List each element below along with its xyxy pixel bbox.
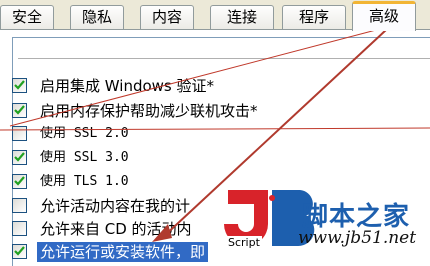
settings-option-row[interactable]: 使用 SSL 2.0: [10, 124, 430, 146]
tab-privacy[interactable]: 隐私: [70, 5, 124, 29]
checkbox-unchecked[interactable]: [12, 221, 27, 236]
tab-programs[interactable]: 程序: [282, 5, 346, 29]
checkmark-icon: [14, 176, 25, 186]
checkmark-icon: [14, 80, 25, 90]
settings-option-label: 使用 SSL 2.0: [40, 126, 129, 141]
watermark-script-label: Script: [226, 236, 262, 249]
checkbox-unchecked[interactable]: [12, 198, 27, 213]
settings-option-row[interactable]: 启用集成 Windows 验证*: [10, 76, 430, 98]
checkbox-unchecked[interactable]: [12, 126, 27, 141]
checkbox-checked[interactable]: [12, 244, 27, 259]
checkbox-checked[interactable]: [12, 150, 27, 165]
tab-connections[interactable]: 连接: [210, 5, 274, 29]
tab-security[interactable]: 安全: [0, 5, 54, 29]
checkbox-checked[interactable]: [12, 174, 27, 189]
settings-option-label: 使用 TLS 1.0: [40, 174, 129, 189]
checkmark-icon: [14, 152, 25, 162]
settings-option-row[interactable]: 使用 SSL 3.0: [10, 148, 430, 170]
tab-strip: 安全 隐私 内容 连接 程序 高级: [0, 0, 430, 31]
checkbox-checked[interactable]: [12, 103, 27, 118]
tab-content[interactable]: 内容: [140, 5, 194, 29]
settings-option-label: 使用 SSL 3.0: [40, 150, 129, 165]
settings-option-label: 启用集成 Windows 验证*: [40, 77, 214, 95]
checkmark-icon: [14, 246, 25, 256]
settings-option-label: 启用内存保护帮助减少联机攻击*: [40, 102, 258, 120]
divider: [18, 58, 430, 59]
tab-advanced[interactable]: 高级: [352, 1, 416, 31]
settings-option-row[interactable]: 启用内存保护帮助减少联机攻击*: [10, 101, 430, 123]
checkmark-icon: [14, 105, 25, 115]
logo-dot-icon: [269, 195, 275, 201]
watermark-url: www.jb51.net: [298, 228, 417, 248]
settings-option-label: 允许运行或安装软件，即: [37, 242, 209, 262]
settings-option-label: 允许来自 CD 的活动内: [40, 220, 192, 238]
settings-option-label: 允许活动内容在我的计: [40, 197, 191, 215]
checkbox-checked[interactable]: [12, 78, 27, 93]
